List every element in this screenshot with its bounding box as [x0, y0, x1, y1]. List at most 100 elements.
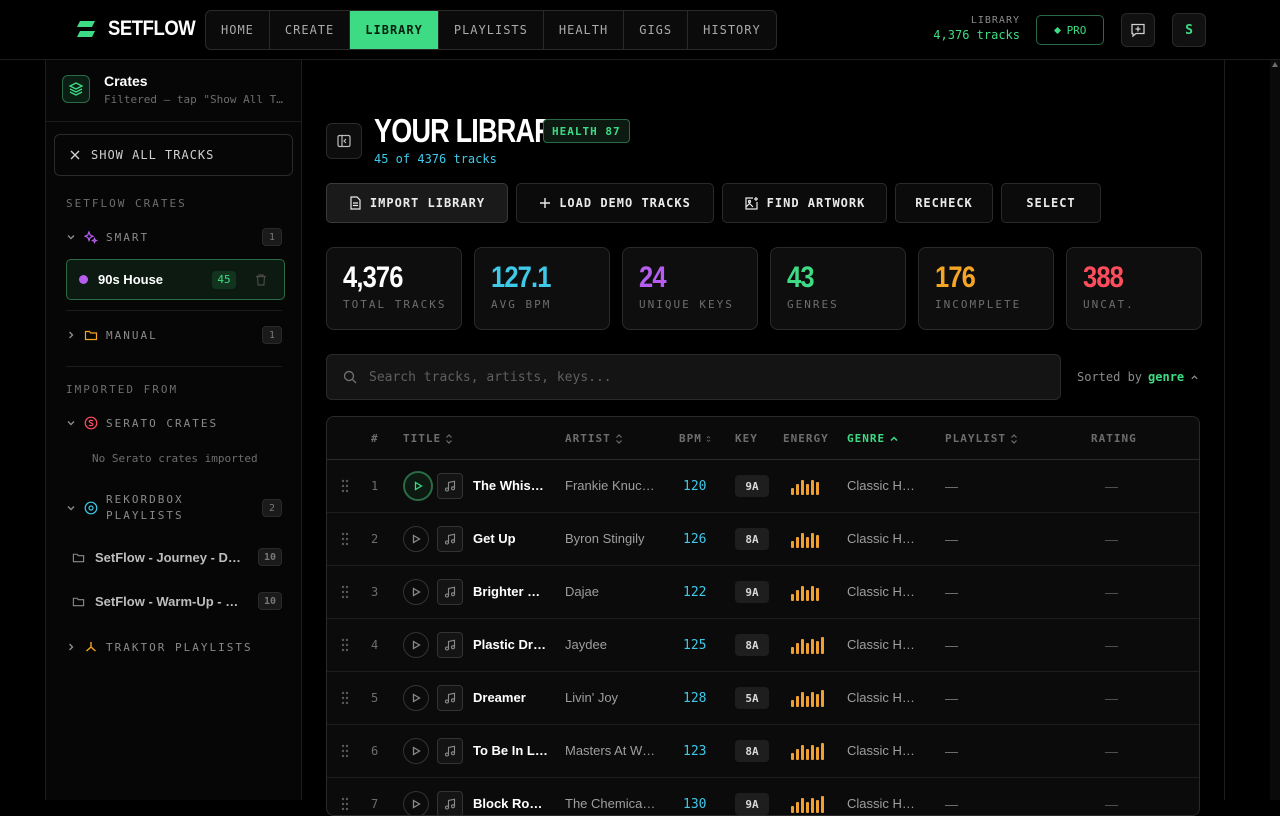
table-row[interactable]: 5 Dreamer Livin' Joy 128 5A Classic House — — — [327, 672, 1199, 725]
track-bpm: 126 — [683, 531, 707, 547]
avatar[interactable]: S — [1172, 13, 1206, 47]
track-rating[interactable]: — — [1105, 513, 1118, 565]
drag-handle-icon[interactable] — [341, 619, 349, 671]
col-genre[interactable]: GENRE — [847, 432, 899, 445]
play-button[interactable] — [403, 566, 429, 618]
col-playlist[interactable]: PLAYLIST — [945, 432, 1018, 445]
track-rating[interactable]: — — [1105, 460, 1118, 512]
traktor-playlists-toggle[interactable]: TRAKTOR PLAYLISTS — [66, 637, 282, 657]
track-rating[interactable]: — — [1105, 778, 1118, 815]
track-title[interactable]: Brighter Days — [473, 566, 548, 618]
trash-icon[interactable] — [254, 273, 268, 287]
import-library-button[interactable]: IMPORT LIBRARY — [326, 183, 508, 223]
track-bpm: 125 — [683, 637, 707, 653]
energy-bar — [796, 696, 799, 707]
play-button[interactable] — [403, 513, 429, 565]
load-demo-tracks-button[interactable]: LOAD DEMO TRACKS — [516, 183, 714, 223]
nav-gigs[interactable]: GIGS — [624, 11, 689, 49]
table-body: 1 The Whistle Song Frankie Knuckles 120 9A Cl… — [327, 460, 1199, 815]
play-button[interactable] — [403, 619, 429, 671]
play-button[interactable] — [403, 460, 433, 512]
track-title[interactable]: Plastic Dreams — [473, 619, 548, 671]
col-bpm[interactable]: BPM — [679, 432, 711, 445]
show-all-tracks-button[interactable]: SHOW ALL TRACKS — [54, 134, 293, 176]
nav-library[interactable]: LIBRARY — [350, 11, 439, 49]
stat-incomplete[interactable]: 176 INCOMPLETE — [918, 247, 1054, 330]
find-artwork-button[interactable]: FIND ARTWORK — [722, 183, 887, 223]
col-artist[interactable]: ARTIST — [565, 432, 623, 445]
drag-handle-icon[interactable] — [341, 672, 349, 724]
drag-handle-icon[interactable] — [341, 566, 349, 618]
feedback-button[interactable] — [1121, 13, 1155, 47]
crate-90s-house[interactable]: 90s House 45 — [66, 259, 285, 300]
page-scrollbar[interactable] — [1270, 60, 1280, 800]
drag-handle-icon[interactable] — [341, 460, 349, 512]
nav-home[interactable]: HOME — [206, 11, 270, 49]
search-input[interactable] — [369, 369, 1009, 385]
stat-value: 4,376 — [343, 261, 403, 294]
artwork-thumb[interactable] — [437, 619, 463, 671]
table-row[interactable]: 1 The Whistle Song Frankie Knuckles 120 9A Cl… — [327, 460, 1199, 513]
play-button[interactable] — [403, 725, 429, 777]
play-button[interactable] — [403, 672, 429, 724]
artwork-thumb[interactable] — [437, 725, 463, 777]
artwork-thumb[interactable] — [437, 566, 463, 618]
manual-label: MANUAL — [106, 328, 158, 342]
col-rating[interactable]: RATING — [1091, 432, 1137, 445]
play-button[interactable] — [403, 778, 429, 815]
rekordbox-playlist-item[interactable]: SetFlow - Journey - Deep House 10 — [72, 546, 282, 568]
drag-handle-icon[interactable] — [341, 778, 349, 815]
table-row[interactable]: 3 Brighter Days Dajae 122 9A Classic House — — — [327, 566, 1199, 619]
chevron-right-icon — [69, 643, 74, 651]
smart-crates-toggle[interactable]: SMART 1 — [66, 227, 282, 247]
table-row[interactable]: 6 To Be In Love Masters At Work 123 8A Classi… — [327, 725, 1199, 778]
manual-crates-toggle[interactable]: MANUAL 1 — [66, 325, 282, 345]
select-button[interactable]: SELECT — [1001, 183, 1101, 223]
track-title[interactable]: The Whistle Song — [473, 460, 548, 512]
col-key[interactable]: KEY — [735, 432, 758, 445]
track-rating[interactable]: — — [1105, 725, 1118, 777]
col-energy[interactable]: ENERGY — [783, 432, 829, 445]
nav-history[interactable]: HISTORY — [688, 11, 776, 49]
table-row[interactable]: 4 Plastic Dreams Jaydee 125 8A Classic House —… — [327, 619, 1199, 672]
serato-crates-toggle[interactable]: SERATO CRATES — [66, 413, 282, 433]
table-row[interactable]: 7 Block Rockin' Beats The Chemical Brother… — [327, 778, 1199, 815]
nav-health[interactable]: HEALTH — [544, 11, 625, 49]
recheck-button[interactable]: RECHECK — [895, 183, 993, 223]
collapse-sidebar-button[interactable] — [326, 123, 362, 159]
track-rating[interactable]: — — [1105, 566, 1118, 618]
stat-uncategorized[interactable]: 388 UNCAT. — [1066, 247, 1202, 330]
drag-handle-icon[interactable] — [341, 725, 349, 777]
track-title[interactable]: Dreamer — [473, 672, 548, 724]
logo[interactable]: SETFLOW — [76, 17, 207, 41]
sort-indicator[interactable]: Sorted by genre — [1077, 370, 1199, 384]
scroll-up-arrow-icon[interactable] — [1272, 62, 1278, 67]
artwork-thumb[interactable] — [437, 672, 463, 724]
col-title[interactable]: TITLE — [403, 432, 453, 445]
table-row[interactable]: 2 Get Up Byron Stingily 126 8A Classic House —… — [327, 513, 1199, 566]
track-key: 5A — [735, 672, 769, 724]
track-playlist: — — [945, 478, 958, 494]
image-plus-icon — [745, 196, 758, 210]
nav-create[interactable]: CREATE — [270, 11, 351, 49]
track-title[interactable]: Get Up — [473, 513, 548, 565]
track-key: 9A — [735, 778, 769, 815]
import-label: IMPORT LIBRARY — [369, 196, 486, 210]
energy-bar — [821, 690, 824, 707]
artwork-thumb[interactable] — [437, 513, 463, 565]
track-title[interactable]: Block Rockin' Beats — [473, 778, 548, 815]
track-rating[interactable]: — — [1105, 619, 1118, 671]
track-title[interactable]: To Be In Love — [473, 725, 548, 777]
rekordbox-playlist-item[interactable]: SetFlow - Warm-Up - Deep House 10 — [72, 590, 282, 612]
artwork-thumb[interactable] — [437, 460, 463, 512]
energy-bar — [801, 586, 804, 601]
health-badge[interactable]: HEALTH 87 — [543, 119, 630, 143]
rekordbox-playlists-toggle[interactable]: REKORDBOX PLAYLISTS 2 — [66, 490, 282, 526]
pro-button[interactable]: PRO — [1036, 15, 1104, 45]
energy-bar — [816, 535, 819, 548]
drag-handle-icon[interactable] — [341, 513, 349, 565]
nav-playlists[interactable]: PLAYLISTS — [439, 11, 544, 49]
track-genre: Classic House — [847, 690, 922, 705]
artwork-thumb[interactable] — [437, 778, 463, 815]
track-rating[interactable]: — — [1105, 672, 1118, 724]
